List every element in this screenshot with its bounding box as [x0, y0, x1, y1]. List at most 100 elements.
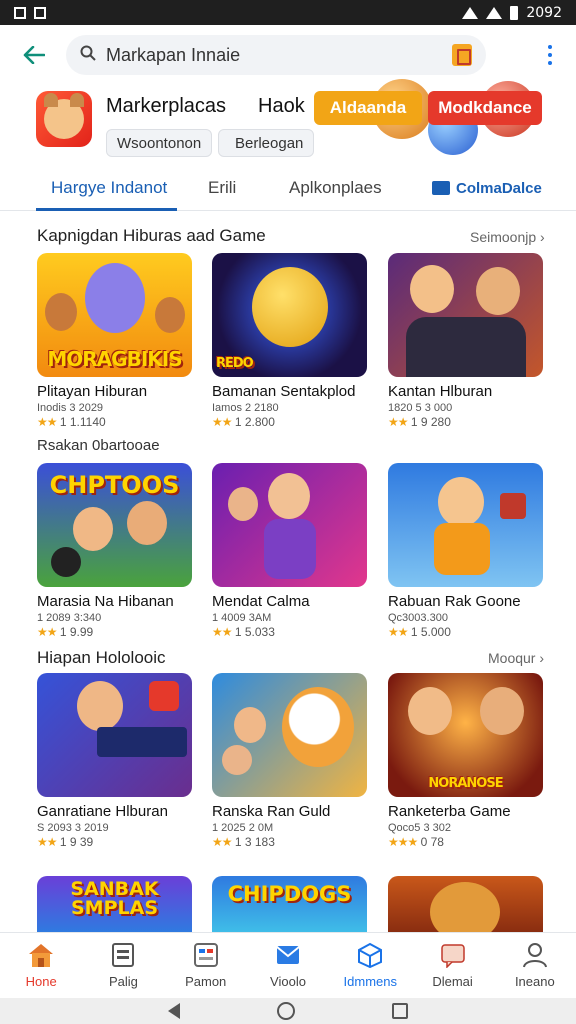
game-card[interactable]: CHPTOOS Marasia Na Hibanan 1 2089 3:340 …	[37, 463, 192, 639]
game-rating: ★★ 1 9 39	[37, 835, 192, 849]
rating-value: 1 3 183	[234, 835, 275, 849]
game-thumbnail: SANBAK SMPLAS	[37, 876, 192, 932]
game-card[interactable]: Mendat Calma 1 4009 3AM ★★ 1 5.033	[212, 463, 367, 639]
see-more-link[interactable]: Mooqur ›	[488, 650, 544, 666]
game-title: Rabuan Rak Goone	[388, 593, 521, 610]
game-thumbnail	[388, 463, 543, 587]
rating-value: 1 5.033	[234, 625, 275, 639]
game-card[interactable]: REDO Bamanan Sentakplod Iamos 2 2180 ★★ …	[212, 253, 367, 429]
game-meta: 1820 5 3 000	[388, 402, 453, 414]
rating-stars: ★★	[212, 625, 232, 639]
nav-board[interactable]: Pamon	[165, 933, 247, 998]
rating-value: 1 9.99	[59, 625, 94, 639]
tab-brand[interactable]: ColmaDalce	[432, 165, 542, 211]
search-input[interactable]: Markapan Innaie	[66, 35, 486, 75]
yellow-action-button[interactable]: Aldaanda	[314, 91, 422, 125]
tab-home[interactable]: Hargye Indanot	[51, 165, 167, 211]
rating-value: 1 5.000	[410, 625, 451, 639]
bookmark-icon[interactable]	[452, 44, 472, 66]
nav-box[interactable]: Idmmens	[329, 933, 411, 998]
box-icon	[358, 942, 383, 968]
game-meta: Inodis 3 2029	[37, 402, 104, 414]
game-thumbnail	[388, 253, 543, 377]
nav-chat-label: Dlemai	[432, 974, 473, 989]
screen: 2092 Markapan Innaie Markerplacas Haok A…	[0, 0, 576, 1024]
game-meta: Qc3003.300	[388, 612, 448, 624]
rating-value: 1 2.800	[234, 415, 275, 429]
game-thumbnail: CHPTOOS	[37, 463, 192, 587]
game-title: Bamanan Sentakplod	[212, 383, 356, 400]
game-rating: ★★ 1 3 183	[212, 835, 367, 849]
section-title: Kapnigdan Hiburas aad Game	[37, 226, 266, 245]
chat-icon	[440, 944, 465, 968]
game-title: Marasia Na Hibanan	[37, 593, 174, 610]
game-card[interactable]: SANBAK SMPLAS	[37, 876, 192, 932]
game-title: Ranska Ran Guld	[212, 803, 331, 820]
nav-home[interactable]: Hone	[0, 933, 82, 998]
nav-chat[interactable]: Dlemai	[411, 933, 493, 998]
rating-value: 0 78	[420, 835, 444, 849]
tab-brand-label: ColmaDalce	[456, 179, 542, 197]
game-title: Kantan Hlburan	[388, 383, 493, 400]
game-title: Mendat Calma	[212, 593, 310, 610]
app-logo	[36, 91, 92, 147]
document-icon	[112, 943, 135, 967]
game-banner-text: CHIPDOGS	[227, 882, 352, 906]
game-title: Plitayan Hiburan	[37, 383, 148, 400]
game-card[interactable]: NORANOSE Ranketerba Game Qoco5 3 302 ★★★…	[388, 673, 543, 849]
game-rating: ★★ 1 5.000	[388, 625, 543, 639]
chip-filter-2[interactable]: Berleogan	[218, 129, 314, 157]
system-home-icon[interactable]	[276, 1002, 295, 1020]
game-banner-text: SANBAK SMPLAS	[70, 878, 159, 919]
game-card[interactable]: Ranska Ran Guld 1 2025 2 0M ★★ 1 3 183	[212, 673, 367, 849]
search-query: Markapan Innaie	[106, 44, 241, 65]
see-more-link[interactable]: Seimoonjp ›	[470, 229, 545, 245]
top-bar: Markapan Innaie	[0, 25, 576, 85]
game-card[interactable]: MORAGBIKIS Plitayan Hiburan Inodis 3 202…	[37, 253, 192, 429]
game-meta: S 2093 3 2019	[37, 822, 109, 834]
chip-filter-1[interactable]: Wsoontonon	[106, 129, 212, 157]
back-arrow-icon[interactable]	[16, 37, 52, 73]
game-card[interactable]: Ganratiane Hlburan S 2093 3 2019 ★★ 1 9 …	[37, 673, 192, 849]
mail-icon	[276, 946, 300, 964]
nav-box-label: Idmmens	[343, 974, 397, 989]
game-card[interactable]	[388, 876, 543, 932]
rating-stars: ★★	[212, 415, 232, 429]
nav-mail-label: Vioolo	[270, 974, 306, 989]
more-options-icon[interactable]	[540, 45, 560, 65]
brand-icon	[432, 181, 450, 195]
game-card[interactable]: Rabuan Rak Goone Qc3003.300 ★★ 1 5.000	[388, 463, 543, 639]
battery-icon	[510, 5, 519, 20]
tab-edit[interactable]: Erili	[208, 165, 236, 211]
nav-document[interactable]: Palig	[82, 933, 164, 998]
signal-icon	[486, 6, 503, 19]
image-notification-icon	[34, 6, 46, 19]
nav-mail[interactable]: Vioolo	[247, 933, 329, 998]
rating-stars: ★★	[388, 625, 408, 639]
system-navigation-bar	[0, 998, 576, 1024]
game-banner-text: MORAGBIKIS	[47, 347, 182, 371]
game-rating: ★★ 1 2.800	[212, 415, 367, 429]
rating-stars: ★★	[388, 415, 408, 429]
game-meta: Qoco5 3 302	[388, 822, 451, 834]
system-recents-icon[interactable]	[391, 1003, 408, 1019]
nav-profile[interactable]: Ineano	[494, 933, 576, 998]
game-card[interactable]: Kantan Hlburan 1820 5 3 000 ★★ 1 9 280	[388, 253, 543, 429]
home-icon	[29, 944, 54, 967]
game-meta: 1 2089 3:340	[37, 612, 102, 624]
tab-applications[interactable]: Aplkonplaes	[289, 165, 382, 211]
system-back-icon[interactable]	[168, 1003, 181, 1019]
nav-profile-label: Ineano	[514, 974, 555, 989]
game-thumbnail: NORANOSE	[388, 673, 543, 797]
game-thumbnail: REDO	[212, 253, 367, 377]
red-action-button[interactable]: Modkdance	[428, 91, 542, 125]
rating-stars: ★★	[37, 835, 57, 849]
game-title: Ganratiane Hlburan	[37, 803, 168, 820]
game-card[interactable]: CHIPDOGS	[212, 876, 367, 932]
notification-icon	[14, 6, 26, 19]
game-thumbnail	[212, 673, 367, 797]
status-bar: 2092	[0, 0, 576, 25]
tab-underline	[36, 208, 177, 211]
game-banner-text: NORANOSE	[428, 776, 503, 791]
rating-value: 1 1.1140	[59, 415, 106, 429]
